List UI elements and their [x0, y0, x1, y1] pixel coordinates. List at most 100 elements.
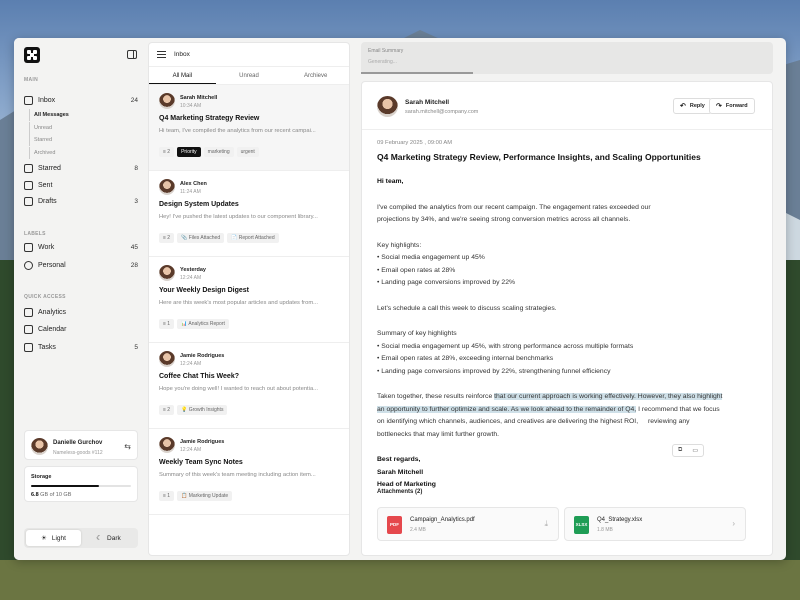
- file-size: 1.8 MB: [597, 527, 613, 533]
- briefcase-icon: [24, 242, 33, 252]
- avatar: [31, 438, 48, 455]
- section-label-main: MAIN: [24, 77, 38, 83]
- highlighted-text[interactable]: an opportunity to further optimize and s…: [377, 405, 637, 413]
- sidebar-item-personal[interactable]: Personal 28: [24, 258, 138, 272]
- storage-title: Storage: [31, 474, 52, 480]
- sidebar-subitem-unread[interactable]: Unread: [29, 122, 139, 134]
- tag[interactable]: urgent: [236, 147, 259, 157]
- tag[interactable]: 📋 Marketing Update: [177, 491, 233, 501]
- theme-dark-label: Dark: [107, 534, 121, 542]
- chevron-right-icon[interactable]: ›: [732, 519, 735, 528]
- tag[interactable]: Priority: [177, 147, 201, 157]
- reply-icon: ↶: [680, 103, 686, 110]
- tasks-icon: [24, 342, 33, 352]
- sidebar-item-work[interactable]: Work 45: [24, 240, 138, 254]
- user-profile-card[interactable]: Danielle Gurchov Nameless-goods #112 ⇆: [24, 430, 138, 460]
- storage-bar-fill: [31, 485, 99, 487]
- email-header: Sarah Mitchell sarah.mitchell@company.co…: [362, 82, 772, 130]
- sk-item: • Social media engagement up 45%, with s…: [377, 342, 634, 350]
- forward-button[interactable]: ↷ Forward: [709, 98, 755, 114]
- tab-all-mail[interactable]: All Mail: [149, 67, 216, 84]
- collapse-sidebar-icon[interactable]: [127, 50, 137, 59]
- key-highlights: Key highlights: • Social media engagement…: [377, 240, 762, 290]
- kh-title: Key highlights:: [377, 241, 422, 249]
- attachment-card[interactable]: PDF Campaign_Analytics.pdf 2.4 MB ⤓: [377, 507, 559, 541]
- sign-line: Sarah Mitchell: [377, 468, 424, 476]
- section-label-quick-access: QUICK ACCESS: [24, 294, 66, 300]
- sidebar-item-label: Inbox: [38, 96, 56, 104]
- sidebar-item-label: Work: [38, 243, 55, 251]
- sk-item: • Landing page conversions improved by 2…: [377, 367, 611, 375]
- comment-icon[interactable]: ▭: [692, 447, 698, 454]
- copy-icon[interactable]: ⧉: [678, 447, 682, 454]
- download-icon[interactable]: ⤓: [544, 519, 548, 529]
- tag[interactable]: ≡ 2: [159, 147, 175, 157]
- mail-list-title: Inbox: [174, 51, 190, 58]
- tab-archieve[interactable]: Archieve: [282, 67, 349, 84]
- avatar: [159, 351, 175, 367]
- tag[interactable]: ≡ 2: [159, 233, 175, 243]
- sidebar-item-tasks[interactable]: Tasks 5: [24, 340, 138, 354]
- list-item[interactable]: Jamie Rodrigues 12:24 AM Weekly Team Syn…: [149, 429, 349, 515]
- sk-item: • Email open rates at 28%, exceeding int…: [377, 355, 554, 362]
- tag[interactable]: ≡ 1: [159, 319, 175, 329]
- email-date: 09 February 2025 , 09:00 AM: [377, 140, 453, 146]
- draft-icon: [24, 196, 33, 206]
- list-menu-icon[interactable]: [157, 51, 166, 58]
- mail-sender: Yesterday: [180, 267, 206, 273]
- sign-line: Best regards,: [377, 456, 421, 463]
- tag[interactable]: 📊 Analytics Report: [177, 319, 229, 329]
- email-summary-panel: Email Summary Generating...: [361, 42, 773, 74]
- tag[interactable]: ≡ 2: [159, 405, 175, 415]
- email-paragraph-1: I've compiled the analytics from our rec…: [377, 202, 762, 227]
- storage-bar: [31, 485, 131, 487]
- sign-line: Head of Marketing: [377, 481, 436, 488]
- sidebar-item-sent[interactable]: Sent: [24, 178, 138, 192]
- tag[interactable]: 📄 Report Attached: [227, 233, 279, 243]
- sidebar-item-label: Drafts: [38, 197, 57, 205]
- reply-label: Reply: [689, 103, 705, 109]
- sidebar-subitem-all-messages[interactable]: All Messages: [29, 109, 139, 121]
- mail-app-window: MAIN Inbox 24 All Messages Unread Starre…: [14, 38, 786, 560]
- sidebar-item-label: Tasks: [38, 343, 56, 351]
- sidebar-item-calendar[interactable]: Calendar: [24, 322, 138, 336]
- sidebar-item-label: Starred: [38, 164, 61, 172]
- reply-button[interactable]: ↶ Reply: [673, 98, 712, 114]
- work-count: 45: [130, 243, 138, 251]
- mail-tabs: All Mail Unread Archieve: [149, 67, 349, 85]
- sidebar-item-starred[interactable]: Starred 8: [24, 161, 138, 175]
- theme-light-label: Light: [51, 534, 66, 542]
- email-paragraph-2: Let's schedule a call this week to discu…: [377, 304, 557, 312]
- list-item[interactable]: Jamie Rodrigues 12:24 AM Coffee Chat Thi…: [149, 343, 349, 429]
- sidebar-item-analytics[interactable]: Analytics: [24, 305, 138, 319]
- list-item[interactable]: Alex Chen 11:24 AM Design System Updates…: [149, 171, 349, 257]
- tab-unread[interactable]: Unread: [216, 67, 283, 84]
- personal-count: 28: [130, 261, 138, 269]
- summary-progress-bar: [361, 72, 473, 74]
- sidebar-item-inbox[interactable]: Inbox 24: [24, 93, 138, 107]
- theme-dark-button[interactable]: ☾ Dark: [81, 530, 136, 546]
- theme-light-button[interactable]: ☀ Light: [26, 530, 81, 546]
- mail-sender: Alex Chen: [180, 181, 207, 187]
- sidebar-item-drafts[interactable]: Drafts 3: [24, 194, 138, 208]
- switch-account-icon[interactable]: ⇆: [124, 442, 131, 451]
- forward-label: Forward: [725, 103, 748, 109]
- email-subject: Q4 Marketing Strategy Review, Performanc…: [377, 152, 701, 162]
- tag[interactable]: 📎 Files Attached: [177, 233, 225, 243]
- storage-total: GB of 10 GB: [38, 492, 72, 498]
- sidebar-subitem-archived[interactable]: Archived: [29, 147, 139, 159]
- tag[interactable]: marketing: [203, 147, 234, 157]
- tag[interactable]: ≡ 1: [159, 491, 175, 501]
- mail-preview: Hey! I've pushed the latest updates to o…: [159, 214, 318, 220]
- drafts-count: 3: [134, 197, 138, 205]
- list-item[interactable]: Yesterday 12:24 AM Your Weekly Design Di…: [149, 257, 349, 343]
- sidebar-item-label: Personal: [38, 261, 66, 269]
- attachment-card[interactable]: XLSX Q4_Strategy.xlsx 1.8 MB ›: [564, 507, 746, 541]
- tag[interactable]: 💡 Growth Insights: [177, 405, 228, 415]
- sidebar-subitem-starred[interactable]: Starred: [29, 134, 139, 146]
- p1-line2: projections by 34%, and we're seeing str…: [377, 216, 631, 223]
- highlighted-text[interactable]: that our current approach is working eff…: [494, 393, 723, 400]
- list-item[interactable]: Sarah Mitchell 10:34 AM Q4 Marketing Str…: [149, 85, 349, 171]
- app-logo: [24, 47, 40, 63]
- mail-preview: Here are this week's most popular articl…: [159, 300, 318, 306]
